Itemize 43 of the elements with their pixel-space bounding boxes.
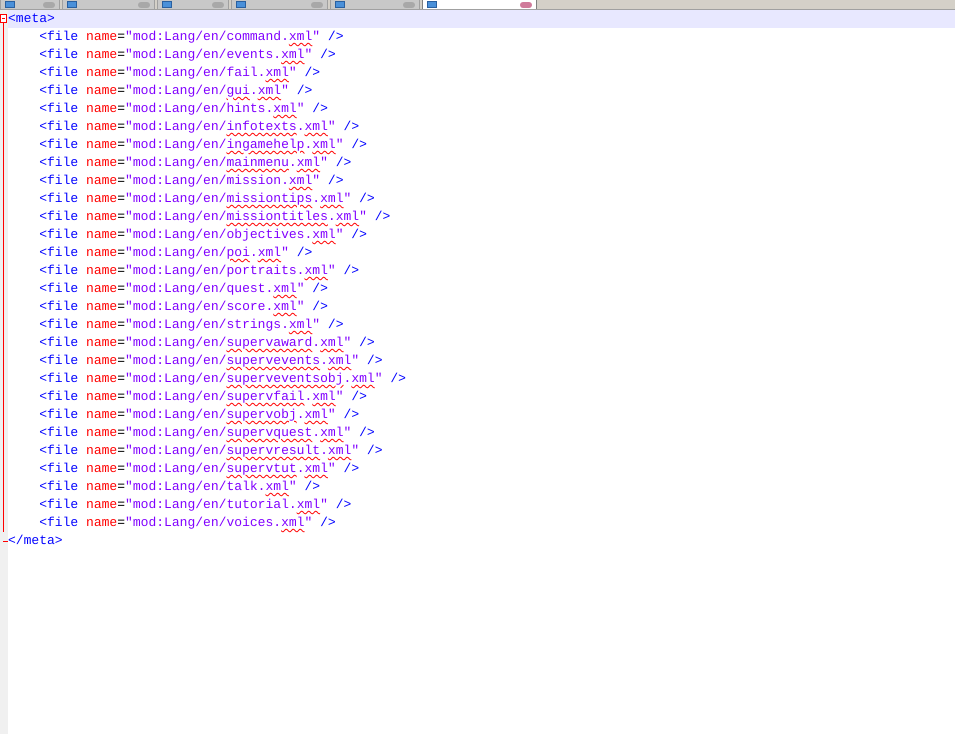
tab[interactable] bbox=[330, 0, 420, 9]
tab[interactable] bbox=[0, 0, 60, 9]
code-line: <file name="mod:Lang/en/supervevents.xml" /> bbox=[38, 352, 383, 370]
code-line: <file name="mod:Lang/en/voices.xml" /> bbox=[38, 514, 336, 532]
code-line: <file name="mod:Lang/en/supervfail.xml" /> bbox=[38, 388, 367, 406]
tab[interactable] bbox=[157, 0, 229, 9]
tab[interactable] bbox=[422, 0, 537, 9]
code-line: <file name="mod:Lang/en/superveventsobj.xml" /> bbox=[38, 370, 406, 388]
code-line: <file name="mod:Lang/en/command.xml" /> bbox=[38, 28, 344, 46]
code-line: <file name="mod:Lang/en/missiontitles.xml" /> bbox=[38, 208, 390, 226]
code-line: <file name="mod:Lang/en/supervquest.xml" /> bbox=[38, 424, 375, 442]
code-line: <file name="mod:Lang/en/objectives.xml" /> bbox=[38, 226, 367, 244]
code-line: <file name="mod:Lang/en/tutorial.xml" /> bbox=[38, 496, 352, 514]
close-icon[interactable] bbox=[520, 2, 532, 8]
code-line: <file name="mod:Lang/en/supervobj.xml" /> bbox=[38, 406, 360, 424]
file-icon bbox=[236, 1, 246, 8]
code-line: <file name="mod:Lang/en/portraits.xml" /> bbox=[38, 262, 360, 280]
code-line: <file name="mod:Lang/en/poi.xml" /> bbox=[38, 244, 312, 262]
code-line: <file name="mod:Lang/en/quest.xml" /> bbox=[38, 280, 328, 298]
code-line: <file name="mod:Lang/en/talk.xml" /> bbox=[38, 478, 320, 496]
tab[interactable] bbox=[62, 0, 155, 9]
code-line: <file name="mod:Lang/en/supervresult.xml" /> bbox=[38, 442, 383, 460]
code-line: <file name="mod:Lang/en/strings.xml" /> bbox=[38, 316, 344, 334]
code-line: </meta> bbox=[8, 532, 63, 550]
file-icon bbox=[5, 1, 15, 8]
code-line: <file name="mod:Lang/en/hints.xml" /> bbox=[38, 100, 328, 118]
tab[interactable] bbox=[231, 0, 328, 9]
code-line: <file name="mod:Lang/en/ingamehelp.xml" /> bbox=[38, 136, 367, 154]
code-line: <file name="mod:Lang/en/gui.xml" /> bbox=[38, 82, 312, 100]
code-line: <file name="mod:Lang/en/missiontips.xml" /> bbox=[38, 190, 375, 208]
code-line: <file name="mod:Lang/en/supervtut.xml" /> bbox=[38, 460, 360, 478]
code-line: <file name="mod:Lang/en/infotexts.xml" /> bbox=[38, 118, 360, 136]
file-icon bbox=[162, 1, 172, 8]
code-line: <file name="mod:Lang/en/score.xml" /> bbox=[38, 298, 328, 316]
file-icon bbox=[67, 1, 77, 8]
code-line: <file name="mod:Lang/en/fail.xml" /> bbox=[38, 64, 320, 82]
code-line: <file name="mod:Lang/en/mainmenu.xml" /> bbox=[38, 154, 352, 172]
code-line: <file name="mod:Lang/en/supervaward.xml" /> bbox=[38, 334, 375, 352]
fold-icon[interactable] bbox=[0, 14, 7, 23]
file-icon bbox=[335, 1, 345, 8]
code-line: <file name="mod:Lang/en/events.xml" /> bbox=[38, 46, 336, 64]
code-line: <file name="mod:Lang/en/mission.xml" /> bbox=[38, 172, 344, 190]
file-icon bbox=[427, 1, 437, 8]
